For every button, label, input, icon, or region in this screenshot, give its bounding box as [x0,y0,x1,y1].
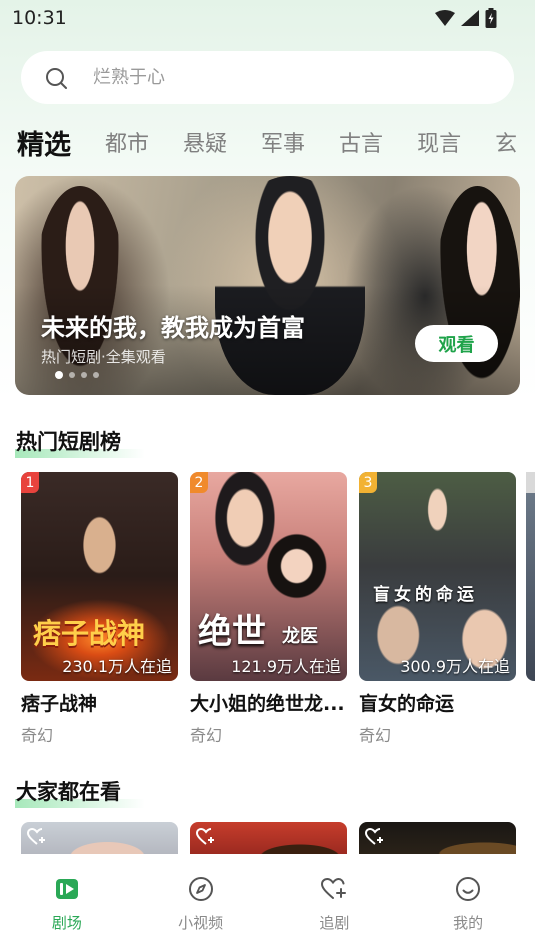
follower-count: 121.9万人在追 [231,657,341,676]
drama-title[interactable]: 盲女的命运 [359,689,516,716]
battery-icon [485,8,497,28]
tab-fantasy[interactable]: 玄 [495,126,517,158]
nav-label: 我的 [453,914,484,932]
drama-poster[interactable]: 3 盲女的命运 300.9万人在追 [359,472,516,681]
nav-item-follow[interactable]: 追剧 [289,874,379,951]
banner-pagination [55,371,99,379]
drama-card-peek[interactable] [526,472,535,681]
category-tabs: 精选 都市 悬疑 军事 古言 现言 玄 [17,120,535,164]
rank-badge: 1 [21,472,39,493]
rank-badge [526,472,535,493]
pagination-dot[interactable] [93,372,99,378]
status-time: 10:31 [12,7,67,29]
tab-mystery[interactable]: 悬疑 [183,126,227,158]
watching-card[interactable] [21,822,178,854]
heart-plus-icon [320,874,348,904]
add-favorite-icon[interactable] [196,828,216,846]
drama-poster[interactable]: 1 痞子战神 230.1万人在追 [21,472,178,681]
banner-subtitle: 热门短剧·全集观看 [41,348,166,366]
search-input[interactable] [93,67,453,88]
tab-urban[interactable]: 都市 [105,126,149,158]
drama-poster[interactable]: 2 绝世 龙医 121.9万人在追 [190,472,347,681]
bottom-nav: 剧场 小视频 追剧 我的 [0,854,535,951]
tab-modern-romance[interactable]: 现言 [417,126,461,158]
pagination-dot[interactable] [55,371,63,379]
everyone-watching-title: 大家都在看 [15,776,145,808]
rank-badge: 3 [359,472,377,493]
tab-ancient-romance[interactable]: 古言 [339,126,383,158]
poster-title-art: 痞子战神 [33,617,146,650]
search-bar[interactable] [21,51,514,104]
nav-item-profile[interactable]: 我的 [423,874,513,951]
watching-card[interactable] [190,822,347,854]
drama-title[interactable]: 大小姐的绝世龙... [190,689,347,716]
signal-icon [461,10,479,26]
add-favorite-icon[interactable] [365,828,385,846]
tab-military[interactable]: 军事 [261,126,305,158]
drama-title[interactable]: 痞子战神 [21,689,178,716]
watching-card[interactable] [359,822,516,854]
drama-card[interactable]: 1 痞子战神 230.1万人在追 痞子战神 奇幻 [21,472,178,746]
poster-title-art-sub: 龙医 [282,626,318,647]
pagination-dot[interactable] [81,372,87,378]
poster-title-art: 盲女的命运 [373,585,478,605]
drama-genre: 奇幻 [190,726,223,745]
nav-label: 追剧 [319,914,350,932]
drama-card[interactable]: 3 盲女的命运 300.9万人在追 盲女的命运 奇幻 [359,472,516,746]
pagination-dot[interactable] [69,372,75,378]
everyone-watching-label: 大家都在看 [16,780,121,804]
add-favorite-icon[interactable] [27,828,47,846]
nav-label: 剧场 [51,914,82,932]
drama-genre: 奇幻 [359,726,392,745]
watch-button[interactable]: 观看 [415,325,498,362]
watching-list [21,822,516,854]
nav-item-short-video[interactable]: 小视频 [156,874,246,951]
banner-title: 未来的我，教我成为首富 [41,314,305,342]
theater-icon [54,874,80,904]
hot-rank-title: 热门短剧榜 [15,426,145,458]
drama-genre: 奇幻 [21,726,54,745]
tab-featured[interactable]: 精选 [17,123,71,162]
drama-card[interactable]: 2 绝世 龙医 121.9万人在追 大小姐的绝世龙... 奇幻 [190,472,347,746]
rank-badge: 2 [190,472,208,493]
hot-rank-label: 热门短剧榜 [16,430,121,454]
smiley-icon [455,874,481,904]
nav-label: 小视频 [178,914,224,932]
featured-banner[interactable]: 未来的我，教我成为首富 热门短剧·全集观看 观看 [15,176,520,395]
wifi-icon [435,10,455,26]
follower-count: 300.9万人在追 [400,657,510,676]
status-bar: 10:31 [0,0,535,36]
hot-drama-list: 1 痞子战神 230.1万人在追 痞子战神 奇幻 2 绝世 龙医 121.9万人… [21,472,516,746]
status-icons [435,8,497,28]
search-icon [45,67,67,89]
follower-count: 230.1万人在追 [62,657,172,676]
nav-item-theater[interactable]: 剧场 [22,874,112,951]
poster-title-art: 绝世 [198,612,266,652]
compass-icon [188,874,214,904]
